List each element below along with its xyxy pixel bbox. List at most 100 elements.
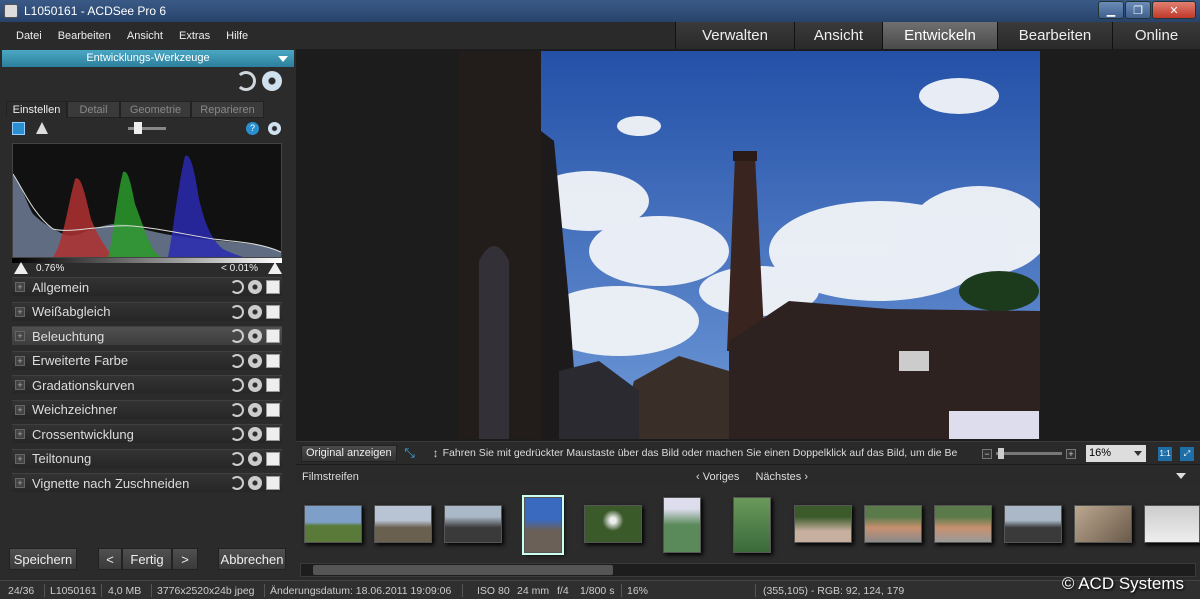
reset-icon[interactable] [230,304,244,319]
mode-tab-entwickeln[interactable]: Entwickeln [882,22,997,49]
highlight-clip-warning-icon[interactable] [268,262,282,274]
section-crossentwicklung[interactable]: + Crossentwicklung [12,424,282,443]
expand-icon[interactable]: + [15,380,25,390]
next-button[interactable]: > [172,548,198,570]
section-checkbox[interactable] [266,378,280,392]
thumbnail[interactable] [1004,505,1062,543]
gear-icon[interactable] [248,427,262,441]
section-vignette[interactable]: + Vignette nach Zuschneiden [12,473,282,492]
thumbnail[interactable] [663,497,701,553]
reset-icon[interactable] [230,378,244,392]
previous-button[interactable]: < [98,548,122,570]
thumbnail[interactable] [444,505,502,543]
expand-icon[interactable]: + [15,429,25,439]
thumbnail[interactable] [374,505,432,543]
menu-datei[interactable]: Datei [0,30,50,42]
zoom-in-icon[interactable]: + [1066,448,1076,459]
reset-icon[interactable] [230,476,244,490]
photo-preview[interactable] [459,51,1040,439]
clipping-warning-icon[interactable] [36,122,48,134]
filmstrip-next-button[interactable]: Nächstes › [755,471,808,483]
gear-icon[interactable] [248,402,262,417]
section-checkbox[interactable] [266,451,280,466]
help-icon[interactable]: ? [246,122,259,135]
mode-tab-verwalten[interactable]: Verwalten [675,22,794,49]
section-checkbox[interactable] [266,329,280,343]
tab-detail[interactable]: Detail [67,101,120,118]
menu-extras[interactable]: Extras [171,30,218,42]
cancel-button[interactable]: Abbrechen [218,548,286,570]
maximize-button[interactable]: ❐ [1125,1,1151,19]
histogram-settings-gear-icon[interactable] [268,122,281,135]
reset-icon[interactable] [230,353,244,368]
expand-icon[interactable]: + [15,404,25,415]
dropdown-arrow-icon[interactable] [278,56,288,62]
thumbnail[interactable] [584,505,642,543]
settings-gear-icon[interactable] [262,71,282,91]
section-weissabgleich[interactable]: + Weißabgleich [12,301,282,321]
tab-einstellen[interactable]: Einstellen [6,101,67,118]
done-button[interactable]: Fertig [122,548,172,570]
filmstrip-prev-button[interactable]: ‹ Voriges [696,471,739,483]
thumbnail[interactable] [1144,505,1200,543]
save-button[interactable]: Speichern [9,548,77,570]
gear-icon[interactable] [248,304,262,319]
fit-to-window-icon[interactable]: ⤢ [1180,446,1194,461]
expand-icon[interactable]: + [15,478,25,488]
gear-icon[interactable] [248,378,262,392]
gear-icon[interactable] [248,280,262,294]
zoom-out-icon[interactable]: − [982,448,992,459]
close-button[interactable]: ✕ [1152,1,1196,19]
mode-tab-bearbeiten[interactable]: Bearbeiten [997,22,1112,49]
filmstrip-menu-icon[interactable] [1176,473,1186,479]
section-allgemein[interactable]: + Allgemein [12,277,282,296]
gear-icon[interactable] [248,476,262,490]
zoom-select[interactable]: 16% [1086,445,1146,462]
expand-icon[interactable]: + [15,282,25,292]
fit-arrows-icon[interactable]: ⤡ [403,445,417,460]
shadow-clip-warning-icon[interactable] [14,262,28,274]
gear-icon[interactable] [248,353,262,368]
section-checkbox[interactable] [266,427,280,441]
section-weichzeichner[interactable]: + Weichzeichner [12,399,282,419]
expand-icon[interactable]: + [15,331,25,341]
section-teiltonung[interactable]: + Teiltonung [12,448,282,468]
gear-icon[interactable] [248,329,262,343]
expand-icon[interactable]: + [15,306,25,317]
section-beleuchtung[interactable]: + Beleuchtung [12,326,282,345]
menu-ansicht[interactable]: Ansicht [119,30,171,42]
menu-bearbeiten[interactable]: Bearbeiten [50,30,119,42]
expand-icon[interactable]: + [15,453,25,464]
filmstrip-scroll-thumb[interactable] [313,565,613,575]
thumbnail[interactable] [304,505,362,543]
panel-header[interactable]: Entwicklungs-Werkzeuge [2,50,294,67]
histogram-icon[interactable] [12,122,25,135]
actual-size-button[interactable]: 1:1 [1158,446,1172,461]
tab-reparieren[interactable]: Reparieren [191,101,264,118]
reset-icon[interactable] [230,427,244,441]
section-gradationskurven[interactable]: + Gradationskurven [12,375,282,394]
section-checkbox[interactable] [266,280,280,294]
tab-geometrie[interactable]: Geometrie [120,101,191,118]
gear-icon[interactable] [248,451,262,466]
menu-hilfe[interactable]: Hilfe [218,30,256,42]
reset-icon[interactable] [230,451,244,466]
minimize-button[interactable]: ▁ [1098,1,1124,19]
mode-tab-ansicht[interactable]: Ansicht [794,22,882,49]
reset-all-icon[interactable] [236,71,256,91]
reset-icon[interactable] [230,280,244,294]
section-checkbox[interactable] [266,402,280,417]
image-viewer[interactable] [296,49,1200,441]
thumbnail-selected[interactable] [522,495,564,555]
thumbnail[interactable] [864,505,922,543]
mode-tab-online[interactable]: Online [1112,22,1200,49]
section-checkbox[interactable] [266,353,280,368]
slider-handle[interactable] [134,122,142,134]
section-checkbox[interactable] [266,476,280,490]
show-original-button[interactable]: Original anzeigen [301,444,397,462]
section-erweiterte-farbe[interactable]: + Erweiterte Farbe [12,350,282,370]
thumbnail[interactable] [1074,505,1132,543]
thumbnail[interactable] [733,497,771,553]
reset-icon[interactable] [230,402,244,417]
zoom-slider[interactable] [996,448,1062,459]
